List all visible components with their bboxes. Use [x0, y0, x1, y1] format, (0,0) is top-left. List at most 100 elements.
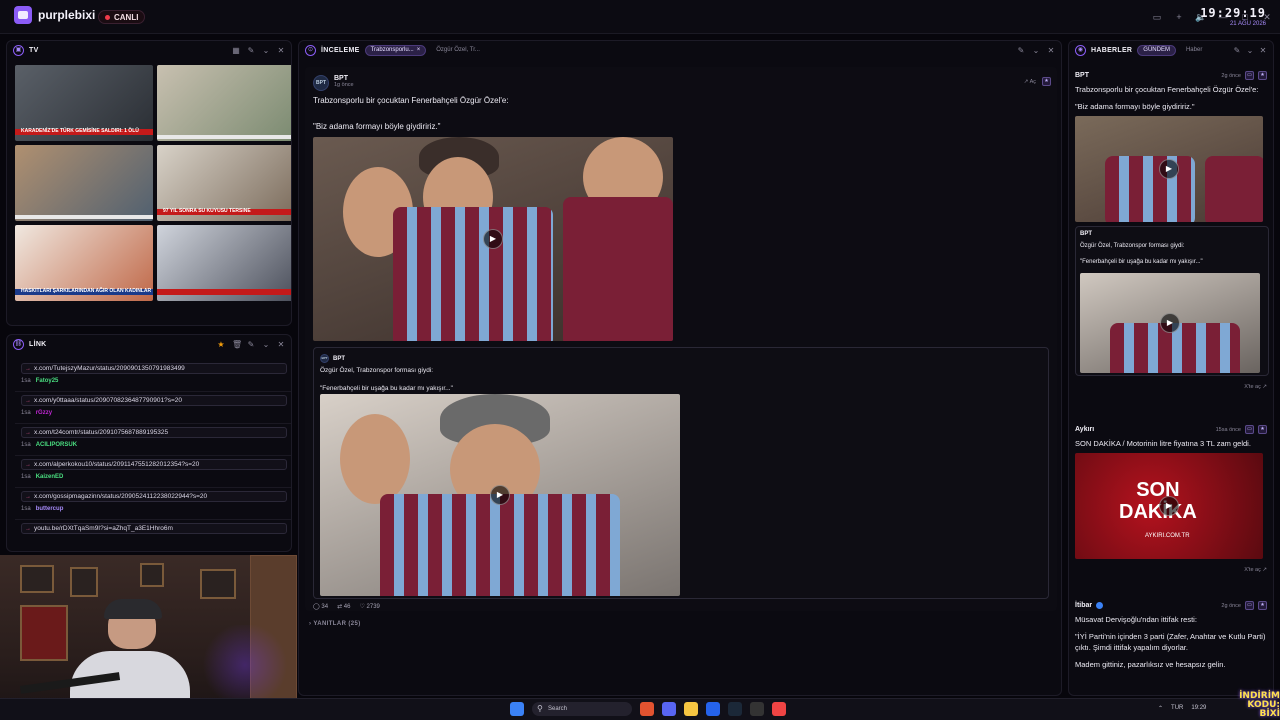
chevron-down-icon[interactable]: ⌄	[262, 340, 270, 349]
folder-icon[interactable]	[684, 702, 698, 716]
close-icon[interactable]: ✕	[277, 46, 285, 55]
tv-channel-6[interactable]	[157, 225, 291, 301]
plus-icon[interactable]: +	[1172, 10, 1186, 24]
open-in-x-link[interactable]: X'te aç ↗	[1075, 567, 1267, 573]
news-source[interactable]: Aykırı	[1075, 426, 1094, 433]
avatar[interactable]: BPT	[313, 75, 329, 91]
link-url[interactable]: x.com/alperkokou10/status/20911475512820…	[21, 459, 287, 470]
list-item[interactable]: x.com/alperkokou10/status/20911475512820…	[15, 456, 291, 488]
replies-toggle[interactable]: › YANITLAR (25)	[309, 621, 361, 627]
post-time: 1g önce	[334, 82, 354, 88]
tv-channel-3[interactable]	[15, 145, 153, 221]
play-icon[interactable]: ▶	[1160, 313, 1180, 333]
list-item[interactable]: x.com/TutejszyMazur/status/2090901350791…	[15, 360, 291, 392]
tab-gundem[interactable]: GÜNDEM	[1137, 44, 1176, 56]
tab-ozgur-ozel[interactable]: Özgür Özel, Tr...	[431, 45, 485, 56]
tv-channel-2[interactable]	[157, 65, 291, 141]
bookmark-icon[interactable]: ★	[1042, 77, 1051, 86]
chevron-down-icon[interactable]: ⌄	[262, 46, 270, 55]
star-icon[interactable]: ★	[217, 340, 225, 349]
chevron-down-icon[interactable]: ⌄	[1246, 46, 1254, 55]
window-icon[interactable]: ▭	[1150, 10, 1164, 24]
steam-icon[interactable]	[728, 702, 742, 716]
bookmark-icon[interactable]: ▭	[1245, 425, 1254, 434]
link-url[interactable]: x.com/TutejszyMazur/status/2090901350791…	[21, 363, 287, 374]
edit-icon[interactable]: ✎	[247, 46, 255, 55]
repost-count[interactable]: ⇄ 46	[337, 603, 350, 610]
quote-author[interactable]: BPT	[1080, 231, 1092, 237]
list-item[interactable]: x.com/gossipmagazinn/status/209052411223…	[15, 488, 291, 520]
close-icon[interactable]: ✕	[1047, 46, 1055, 55]
open-link[interactable]: ↗ Aç	[1024, 79, 1036, 85]
tray-time[interactable]: 19:29	[1191, 705, 1206, 712]
quoted-post[interactable]: BPT Özgür Özel, Trabzonspor forması giyd…	[1075, 226, 1269, 376]
tab-haber[interactable]: Haber	[1181, 45, 1207, 56]
list-item[interactable]: youtu.be/rDXtTqaSm9I?si=aZhqT_a3E1Hhro6m	[15, 520, 291, 540]
obs-icon[interactable]	[750, 702, 764, 716]
app-icon[interactable]	[772, 702, 786, 716]
grid-icon[interactable]: ▦	[232, 46, 240, 55]
news-source[interactable]: BPT	[1075, 72, 1089, 79]
play-icon[interactable]: ▶	[1159, 159, 1179, 179]
brave-browser-icon[interactable]	[640, 702, 654, 716]
trash-icon[interactable]: 🗑	[232, 340, 242, 349]
news-video[interactable]: ▶	[1075, 116, 1263, 222]
news-source[interactable]: İtibar	[1075, 602, 1092, 609]
bookmark-icon[interactable]: ▭	[1245, 601, 1254, 610]
list-item[interactable]: x.com/t24comtr/status/209107568788919532…	[15, 424, 291, 456]
edit-icon[interactable]: ✎	[247, 340, 255, 349]
edit-icon[interactable]: ✎	[1017, 46, 1025, 55]
windows-start-icon[interactable]	[510, 702, 524, 716]
link-user[interactable]: rGzzy	[36, 410, 52, 416]
overlay-line-2: BİXİ	[1259, 709, 1280, 719]
chevron-down-icon[interactable]: ⌄	[1032, 46, 1040, 55]
discord-icon[interactable]	[662, 702, 676, 716]
news-image[interactable]: SON DAKİKA AYKIRI.COM.TR ▶	[1075, 453, 1263, 559]
news-item[interactable]: Aykırı 15sa önce ▭ ★ SON DAKİKA / Motorinin…	[1075, 425, 1267, 573]
clock-time: 19:29:19	[1200, 6, 1266, 20]
quote-video[interactable]: ▶	[1080, 273, 1260, 373]
news-item[interactable]: İtibar 2g önce ▭ ★ Müsavat Dervişoğlu'ndan …	[1075, 601, 1267, 670]
avatar[interactable]: BPT	[320, 354, 329, 363]
close-icon[interactable]: ✕	[277, 340, 285, 349]
like-count[interactable]: ♡ 2739	[359, 603, 379, 610]
link-url[interactable]: x.com/t24comtr/status/209107568788919532…	[21, 427, 287, 438]
app-logo[interactable]: purplebixi	[14, 6, 95, 24]
play-icon[interactable]: ▶	[483, 229, 503, 249]
post-video[interactable]: ▶	[313, 137, 673, 341]
play-icon[interactable]: ▶	[1159, 496, 1179, 516]
bookmark-icon[interactable]: ▭	[1245, 71, 1254, 80]
star-icon[interactable]: ★	[1258, 71, 1267, 80]
tv-channel-5[interactable]: HASKITLARI ŞARKILARINDAN AĞIR OLAN KADIN…	[15, 225, 153, 301]
tv-channel-4[interactable]: 97 YIL SONRA SU KUYUSU TERSINE	[157, 145, 291, 221]
quoted-post[interactable]: BPT BPT Özgür Özel, Trabzonspor forması …	[313, 347, 1049, 599]
link-url[interactable]: x.com/gossipmagazinn/status/209052411223…	[21, 491, 287, 502]
news-item[interactable]: BPT 2g önce ▭ ★ Trabzonsporlu bir çocuktan …	[1075, 71, 1269, 390]
list-item[interactable]: x.com/y0ttaaa/status/2090708236487790901…	[15, 392, 291, 424]
quote-video[interactable]: ▶	[320, 394, 680, 596]
language-indicator[interactable]: TUR	[1171, 705, 1183, 712]
close-icon[interactable]: ×	[417, 47, 421, 53]
review-panel-title: İNCELEME	[321, 46, 360, 54]
reply-count[interactable]: ◯ 34	[313, 603, 328, 610]
mail-icon[interactable]	[706, 702, 720, 716]
chevron-up-icon[interactable]: ⌃	[1158, 705, 1163, 712]
post-author[interactable]: BPT	[334, 75, 354, 82]
link-user[interactable]: KaizenED	[36, 474, 64, 480]
star-icon[interactable]: ★	[1258, 601, 1267, 610]
link-user[interactable]: Fatoy25	[36, 378, 59, 384]
star-icon[interactable]: ★	[1258, 425, 1267, 434]
tab-trabzonsporlu[interactable]: Trabzonsporlu... ×	[364, 44, 427, 56]
news-text-2: "Biz adama formayı böyle giydiririz."	[1075, 102, 1195, 111]
close-icon[interactable]: ✕	[1259, 46, 1267, 55]
search-input[interactable]: Search	[532, 702, 632, 716]
open-in-x-link[interactable]: X'te aç ↗	[1075, 384, 1267, 390]
link-user[interactable]: ACILIPORSUK	[36, 442, 77, 448]
link-user[interactable]: buttercup	[36, 506, 64, 512]
play-icon[interactable]: ▶	[490, 485, 510, 505]
link-url[interactable]: x.com/y0ttaaa/status/2090708236487790901…	[21, 395, 287, 406]
quote-author[interactable]: BPT	[333, 356, 345, 362]
tv-channel-1[interactable]: KARADENİZ'DE TÜRK GEMİSİNE SALDIRI: 1 ÖL…	[15, 65, 153, 141]
edit-icon[interactable]: ✎	[1233, 46, 1241, 55]
link-url[interactable]: youtu.be/rDXtTqaSm9I?si=aZhqT_a3E1Hhro6m	[21, 523, 287, 534]
